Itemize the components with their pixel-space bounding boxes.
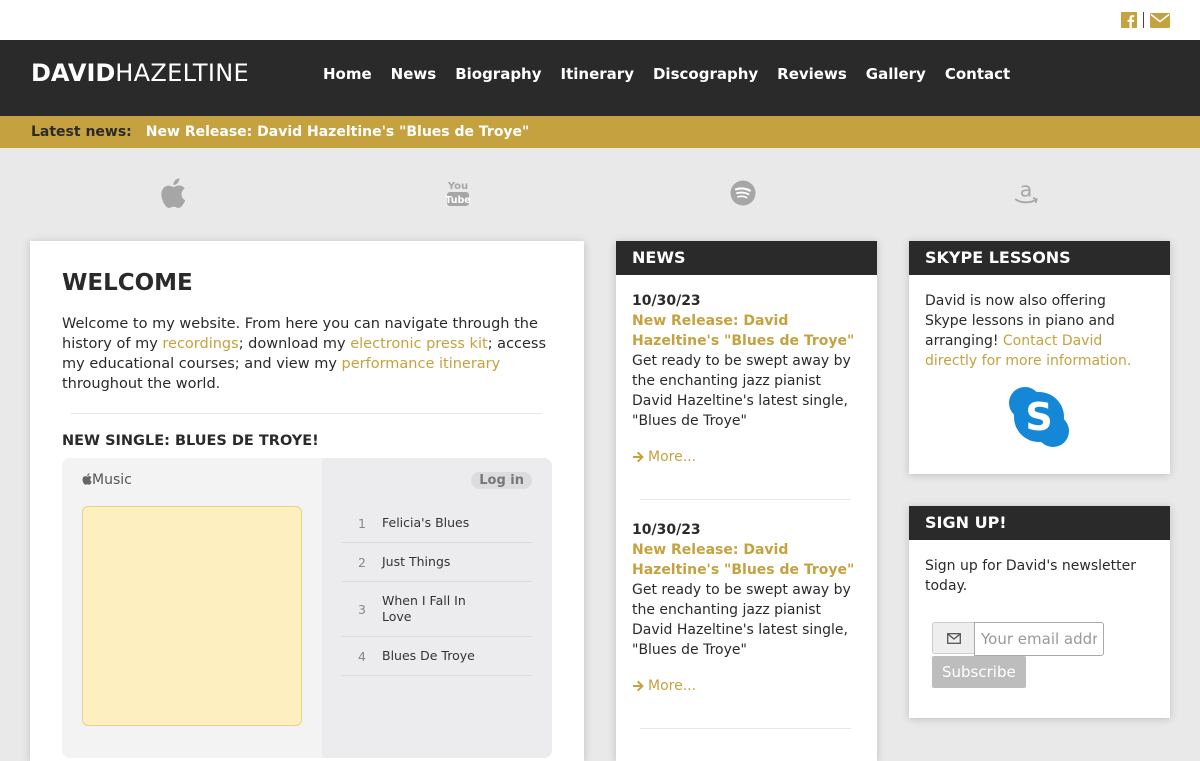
skype-icon[interactable]: S (1008, 386, 1070, 452)
nav-discography[interactable]: Discography (653, 65, 758, 83)
news-item: 10/30/23 New Release: David Hazeltine's … (632, 291, 862, 467)
main-nav: Home News Biography Itinerary Discograph… (323, 65, 1029, 83)
apple-icon[interactable] (159, 178, 187, 210)
svg-text:You: You (447, 181, 468, 192)
streaming-services: You Tube a (0, 148, 1200, 240)
logo-last: HAZELTINE (115, 59, 249, 87)
signup-text: Sign up for David's newsletter today. (925, 558, 1136, 594)
top-strip (0, 0, 1200, 40)
more-label: More... (648, 449, 697, 465)
apple-music-player: Music Log in 1 Felicia's Blues 2 Just Th… (62, 458, 552, 758)
apple-logo-icon (82, 473, 92, 485)
nav-news[interactable]: News (391, 65, 437, 83)
mail-icon[interactable] (1150, 12, 1170, 28)
email-input-group (932, 622, 1104, 656)
arrow-right-icon (633, 451, 644, 463)
site-logo[interactable]: DAVIDHAZELTINE (31, 59, 249, 87)
track-list: 1 Felicia's Blues 2 Just Things 3 When I… (342, 504, 532, 676)
email-field[interactable] (974, 622, 1104, 656)
track-row[interactable]: 2 Just Things (342, 543, 532, 582)
player-tracklist-panel: Log in 1 Felicia's Blues 2 Just Things 3… (322, 458, 552, 758)
news-item: 10/30/23 New Release: David Hazeltine's … (632, 520, 862, 696)
album-cover[interactable] (82, 506, 302, 726)
track-row[interactable]: 4 Blues De Troye (342, 637, 532, 676)
news-more-link[interactable]: More... (632, 447, 862, 467)
news-date: 10/30/23 (632, 522, 701, 538)
nav-home[interactable]: Home (323, 65, 372, 83)
skype-heading: SKYPE LESSONS (909, 241, 1170, 275)
press-kit-link[interactable]: electronic press kit (350, 336, 487, 352)
more-label: More... (648, 678, 697, 694)
site-header: DAVIDHAZELTINE Home News Biography Itine… (0, 40, 1200, 116)
nav-reviews[interactable]: Reviews (777, 65, 847, 83)
track-title: Just Things (382, 554, 451, 569)
track-number: 2 (358, 554, 366, 570)
itinerary-link[interactable]: performance itinerary (342, 356, 501, 372)
track-title: Blues De Troye (382, 648, 475, 663)
news-card: NEWS 10/30/23 New Release: David Hazelti… (616, 241, 877, 761)
welcome-text-part: throughout the world. (62, 376, 221, 392)
welcome-card: WELCOME Welcome to my website. From here… (30, 241, 584, 761)
login-button[interactable]: Log in (471, 472, 532, 489)
nav-biography[interactable]: Biography (455, 65, 541, 83)
track-number: 1 (358, 515, 366, 531)
news-body: Get ready to be swept away by the enchan… (632, 582, 851, 658)
logo-first: DAVID (31, 59, 116, 87)
svg-text:S: S (1025, 395, 1052, 439)
welcome-text: Welcome to my website. From here you can… (62, 314, 560, 394)
svg-text:Tube: Tube (445, 195, 470, 206)
news-date: 10/30/23 (632, 293, 701, 309)
social-separator (1143, 12, 1144, 28)
svg-text:a: a (1020, 178, 1033, 202)
skype-text: David is now also offering Skype lessons… (925, 291, 1150, 371)
track-title: Felicia's Blues (382, 515, 470, 530)
signup-card: SIGN UP! Sign up for David's newsletter … (909, 506, 1170, 718)
recordings-link[interactable]: recordings (162, 336, 238, 352)
track-number: 3 (358, 601, 366, 617)
skype-lessons-card: SKYPE LESSONS David is now also offering… (909, 241, 1170, 474)
track-row[interactable]: 1 Felicia's Blues (342, 504, 532, 543)
spotify-icon[interactable] (729, 178, 757, 210)
track-row[interactable]: 3 When I Fall In Love (342, 582, 532, 637)
welcome-text-part: ; download my (238, 336, 351, 352)
player-left: Music (62, 458, 322, 758)
divider (640, 499, 851, 500)
track-title: When I Fall In Love (382, 593, 466, 624)
facebook-icon[interactable] (1121, 12, 1137, 28)
news-body: Get ready to be swept away by the enchan… (632, 353, 851, 429)
news-more-link[interactable]: More... (632, 676, 862, 696)
latest-news-bar: Latest news: New Release: David Hazeltin… (0, 116, 1200, 148)
latest-news-link[interactable]: New Release: David Hazeltine's "Blues de… (146, 124, 530, 140)
nav-itinerary[interactable]: Itinerary (561, 65, 634, 83)
latest-news-label: Latest news: (31, 124, 132, 140)
apple-music-brand: Music (82, 472, 132, 488)
envelope-icon (932, 622, 974, 654)
single-heading: NEW SINGLE: BLUES DE TROYE! (62, 433, 319, 449)
nav-contact[interactable]: Contact (945, 65, 1010, 83)
divider (640, 728, 851, 729)
youtube-icon[interactable]: You Tube (444, 178, 472, 210)
arrow-right-icon (633, 680, 644, 692)
apple-music-label: Music (92, 472, 132, 488)
subscribe-button[interactable]: Subscribe (932, 656, 1026, 688)
signup-heading: SIGN UP! (909, 506, 1170, 540)
nav-gallery[interactable]: Gallery (866, 65, 926, 83)
news-title-link[interactable]: New Release: David Hazeltine's "Blues de… (632, 311, 862, 351)
divider (71, 413, 541, 414)
welcome-title: WELCOME (62, 270, 193, 296)
news-title-link[interactable]: New Release: David Hazeltine's "Blues de… (632, 540, 862, 580)
news-heading: NEWS (616, 241, 877, 275)
track-number: 4 (358, 648, 366, 664)
social-links (1121, 12, 1170, 28)
amazon-icon[interactable]: a (1013, 178, 1041, 210)
